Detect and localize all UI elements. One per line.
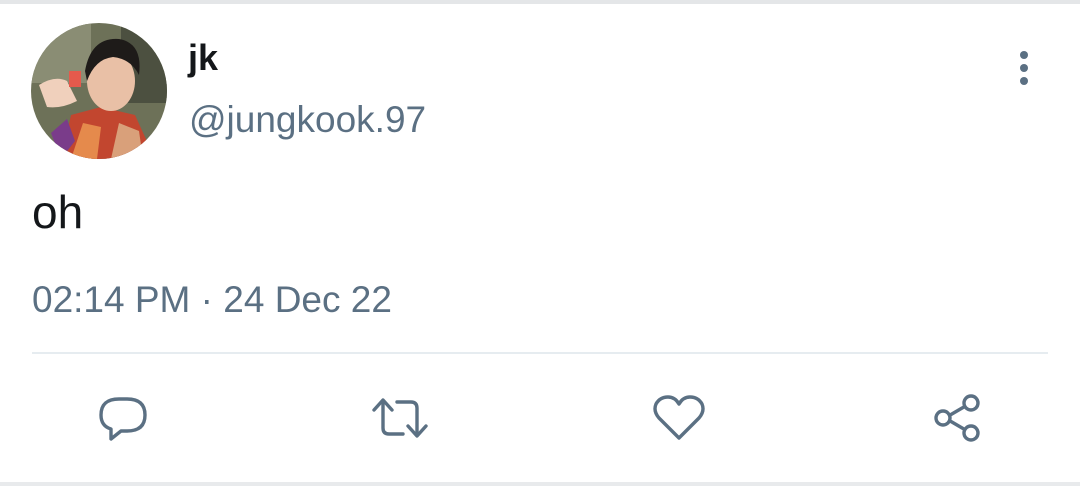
top-divider	[0, 0, 1080, 4]
retweet-icon	[372, 398, 428, 438]
tweet-time: 02:14 PM	[32, 279, 191, 320]
avatar[interactable]	[31, 23, 167, 159]
reply-button[interactable]	[93, 388, 153, 448]
bottom-divider	[0, 482, 1080, 486]
like-button[interactable]	[649, 388, 709, 448]
tweet-date: 24 Dec 22	[223, 279, 392, 320]
more-options-button[interactable]	[1004, 46, 1044, 90]
reply-icon	[99, 397, 147, 441]
share-icon	[934, 394, 980, 442]
meta-separator: ·	[200, 279, 213, 320]
actions-divider	[32, 352, 1048, 354]
share-button[interactable]	[927, 388, 987, 448]
retweet-button[interactable]	[370, 388, 430, 448]
like-icon	[653, 395, 705, 440]
user-handle[interactable]: @jungkook.97	[189, 96, 426, 144]
tweet-detail: jk @jungkook.97 oh 02:14 PM · 24 Dec 22	[0, 0, 1080, 490]
tweet-text: oh	[32, 186, 84, 238]
vertical-dots-icon	[1020, 51, 1028, 85]
display-name[interactable]: jk	[188, 36, 218, 80]
tweet-timestamp: 02:14 PM · 24 Dec 22	[32, 276, 392, 324]
